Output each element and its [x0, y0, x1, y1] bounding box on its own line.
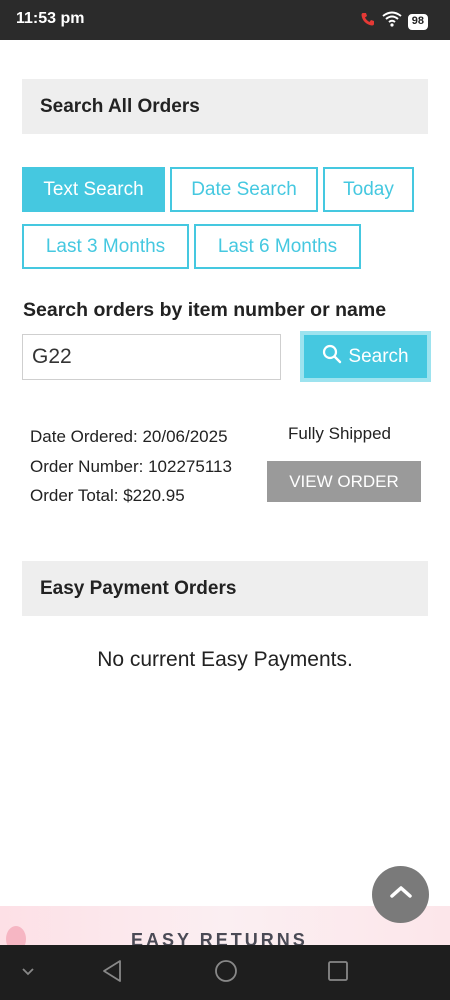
- easy-payment-title: Easy Payment Orders: [40, 578, 237, 599]
- view-order-button[interactable]: VIEW ORDER: [267, 461, 421, 502]
- order-total: Order Total: $220.95: [30, 486, 185, 505]
- system-nav-bar: [0, 945, 450, 1000]
- tab-date-search[interactable]: Date Search: [170, 167, 318, 212]
- call-icon: [360, 11, 376, 32]
- order-status: Fully Shipped: [288, 424, 392, 443]
- back-icon[interactable]: [101, 959, 123, 988]
- search-input[interactable]: [22, 334, 281, 380]
- order-number: Order Number: 102275113: [30, 457, 232, 476]
- status-bar: 11:53 pm 98: [0, 0, 450, 40]
- wifi-icon: [382, 11, 402, 32]
- chevron-down-icon[interactable]: [20, 965, 36, 983]
- scroll-to-top-button[interactable]: [372, 866, 429, 923]
- easy-payment-empty-message: No current Easy Payments.: [97, 648, 353, 671]
- status-time: 11:53 pm: [16, 10, 85, 27]
- search-icon: [322, 344, 342, 370]
- search-orders-title: Search All Orders: [40, 96, 200, 117]
- tab-last-3-months[interactable]: Last 3 Months: [22, 224, 189, 269]
- tab-today[interactable]: Today: [323, 167, 414, 212]
- search-button[interactable]: Search: [300, 331, 431, 382]
- recents-icon[interactable]: [327, 959, 349, 988]
- search-orders-header: Search All Orders: [22, 79, 428, 134]
- chevron-up-icon: [389, 884, 413, 905]
- easy-payment-header: Easy Payment Orders: [22, 561, 428, 616]
- petal-decoration: [6, 926, 26, 946]
- search-button-label: Search: [348, 345, 409, 367]
- home-icon[interactable]: [214, 959, 238, 988]
- tab-text-search[interactable]: Text Search: [22, 167, 165, 212]
- status-icons: 98: [360, 11, 428, 32]
- order-date: Date Ordered: 20/06/2025: [30, 427, 228, 446]
- promo-text: EASY RETURNS: [131, 930, 308, 946]
- battery-icon: 98: [407, 13, 428, 30]
- search-label: Search orders by item number or name: [23, 299, 387, 321]
- tab-last-6-months[interactable]: Last 6 Months: [194, 224, 361, 269]
